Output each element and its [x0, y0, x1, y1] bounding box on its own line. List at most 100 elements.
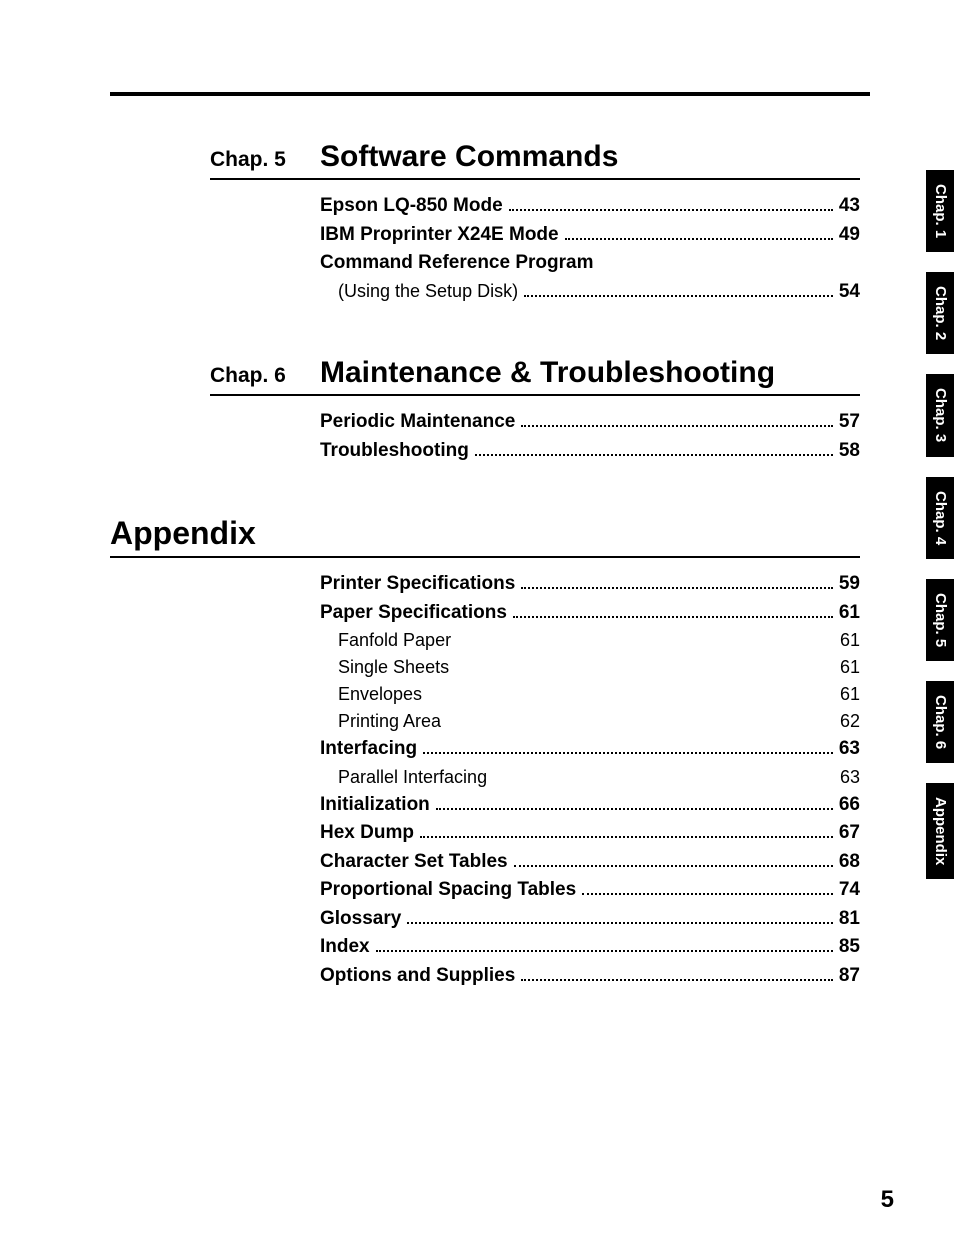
toc-entry: Envelopes 61	[320, 681, 860, 708]
dot-leader	[513, 616, 833, 618]
dot-leader	[475, 454, 833, 456]
dot-leader	[521, 425, 833, 427]
entry-label: Periodic Maintenance	[320, 408, 515, 437]
entry-page: 54	[839, 278, 860, 307]
toc-entry: Paper Specifications 61	[320, 599, 860, 628]
dot-leader	[582, 893, 833, 895]
entry-page: 61	[840, 681, 860, 708]
entry-page: 61	[840, 654, 860, 681]
entry-page: 87	[839, 962, 860, 991]
dot-leader	[565, 238, 833, 240]
toc-entry: Proportional Spacing Tables 74	[320, 876, 860, 905]
entry-label: IBM Proprinter X24E Mode	[320, 221, 559, 250]
section-head: Appendix	[110, 515, 860, 558]
toc-entry: Epson LQ-850 Mode 43	[320, 192, 860, 221]
entry-page: 81	[839, 905, 860, 934]
tab-chap5: Chap. 5	[926, 579, 954, 661]
toc-entry: Periodic Maintenance 57	[320, 408, 860, 437]
toc-entry: Glossary 81	[320, 905, 860, 934]
entry-label: Character Set Tables	[320, 848, 508, 877]
entry-page: 63	[839, 735, 860, 764]
entry-label: Fanfold Paper	[320, 627, 451, 654]
entry-label: Parallel Interfacing	[320, 764, 487, 791]
entry-page: 49	[839, 221, 860, 250]
entry-label: Envelopes	[320, 681, 422, 708]
entry-page: 67	[839, 819, 860, 848]
entry-label: Printing Area	[320, 708, 441, 735]
entry-label: Single Sheets	[320, 654, 449, 681]
edge-tabs: Chap. 1 Chap. 2 Chap. 3 Chap. 4 Chap. 5 …	[926, 170, 954, 879]
dot-leader	[509, 209, 833, 211]
entry-page: 43	[839, 192, 860, 221]
toc-entry: Printing Area 62	[320, 708, 860, 735]
tab-chap1: Chap. 1	[926, 170, 954, 252]
dot-leader	[521, 979, 833, 981]
dot-leader	[407, 922, 833, 924]
dot-leader	[376, 950, 833, 952]
entry-label: Printer Specifications	[320, 570, 515, 599]
entry-label: Paper Specifications	[320, 599, 507, 628]
entries: Printer Specifications59 Paper Specifica…	[320, 570, 860, 990]
section-title: Software Commands	[320, 140, 618, 174]
toc-entry: IBM Proprinter X24E Mode 49	[320, 221, 860, 250]
tab-chap3: Chap. 3	[926, 374, 954, 456]
section-appendix: Appendix Printer Specifications59 Paper …	[110, 515, 850, 990]
entry-page: 61	[839, 599, 860, 628]
entry-page: 68	[839, 848, 860, 877]
entry-label: Troubleshooting	[320, 437, 469, 466]
section-title: Maintenance & Troubleshooting	[320, 356, 775, 390]
section-head: Chap. 6 Maintenance & Troubleshooting	[210, 356, 860, 396]
chapter-label: Chap. 5	[210, 148, 320, 172]
toc-entry: Fanfold Paper 61	[320, 627, 860, 654]
toc-entry: Printer Specifications59	[320, 570, 860, 599]
tab-chap6: Chap. 6	[926, 681, 954, 763]
toc-entry: Parallel Interfacing 63	[320, 764, 860, 791]
toc-content: Chap. 5 Software Commands Epson LQ-850 M…	[110, 90, 850, 990]
section-head: Chap. 5 Software Commands	[210, 140, 860, 180]
entry-page: 66	[839, 791, 860, 820]
toc-entry: Index 85	[320, 933, 860, 962]
toc-entry: Single Sheets 61	[320, 654, 860, 681]
dot-leader	[420, 836, 833, 838]
toc-entry: Interfacing 63	[320, 735, 860, 764]
entry-page: 62	[840, 708, 860, 735]
entries: Periodic Maintenance 57 Troubleshooting …	[320, 408, 860, 465]
dot-leader	[524, 295, 833, 297]
entry-page: 58	[839, 437, 860, 466]
entry-label: (Using the Setup Disk)	[320, 278, 518, 305]
toc-entry: Character Set Tables 68	[320, 848, 860, 877]
entry-label: Index	[320, 933, 370, 962]
tab-chap2: Chap. 2	[926, 272, 954, 354]
entry-label: Command Reference Program	[320, 249, 593, 278]
entry-page: 61	[840, 627, 860, 654]
toc-entry: Hex Dump 67	[320, 819, 860, 848]
entries: Epson LQ-850 Mode 43 IBM Proprinter X24E…	[320, 192, 860, 306]
toc-entry: Options and Supplies 87	[320, 962, 860, 991]
section-title: Appendix	[110, 515, 256, 552]
entry-label: Interfacing	[320, 735, 417, 764]
entry-label: Proportional Spacing Tables	[320, 876, 576, 905]
toc-entry: (Using the Setup Disk) 54	[320, 278, 860, 307]
section-chap6: Chap. 6 Maintenance & Troubleshooting Pe…	[110, 356, 850, 465]
entry-page: 57	[839, 408, 860, 437]
entry-page: 74	[839, 876, 860, 905]
toc-entry: Troubleshooting 58	[320, 437, 860, 466]
page-number: 5	[881, 1186, 894, 1214]
dot-leader	[521, 587, 833, 589]
entry-label: Glossary	[320, 905, 401, 934]
dot-leader	[423, 752, 833, 754]
tab-appendix: Appendix	[926, 783, 954, 879]
entry-page: 85	[839, 933, 860, 962]
entry-label: Hex Dump	[320, 819, 414, 848]
entry-label: Initialization	[320, 791, 430, 820]
section-chap5: Chap. 5 Software Commands Epson LQ-850 M…	[110, 140, 850, 306]
toc-entry: Command Reference Program	[320, 249, 860, 278]
toc-entry: Initialization 66	[320, 791, 860, 820]
entry-label: Epson LQ-850 Mode	[320, 192, 503, 221]
entry-label: Options and Supplies	[320, 962, 515, 991]
entry-page: 63	[840, 764, 860, 791]
chapter-label: Chap. 6	[210, 364, 320, 388]
dot-leader	[514, 865, 833, 867]
tab-chap4: Chap. 4	[926, 477, 954, 559]
dot-leader	[436, 808, 833, 810]
